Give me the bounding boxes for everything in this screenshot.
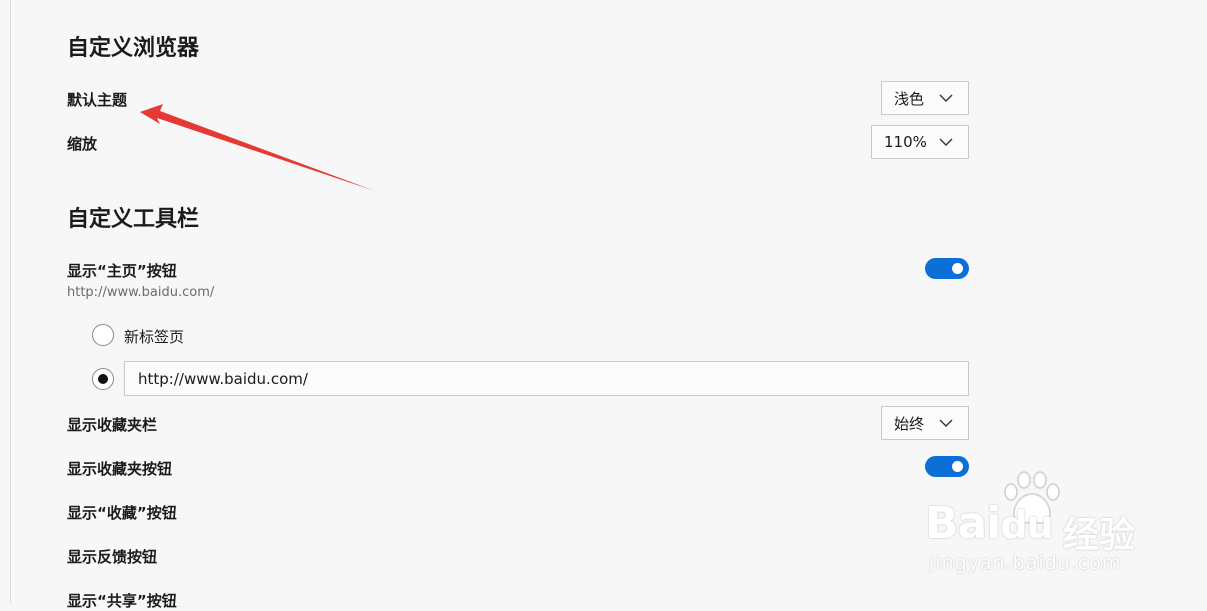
new-tab-radio[interactable] [92, 324, 114, 346]
favorites-bar-value: 始终 [894, 414, 925, 433]
default-theme-label: 默认主题 [67, 91, 128, 109]
custom-url-radio[interactable] [92, 368, 114, 390]
new-tab-radio-label: 新标签页 [124, 328, 185, 346]
toggle-knob [952, 263, 963, 274]
section-title-customize-toolbar: 自定义工具栏 [67, 207, 200, 232]
left-divider [10, 0, 11, 603]
show-share-button-label: 显示“共享”按钮 [67, 592, 177, 610]
show-favorites-bar-label: 显示收藏夹栏 [67, 416, 158, 434]
home-url-input[interactable] [124, 361, 969, 396]
show-home-button-toggle[interactable] [925, 258, 969, 279]
baidu-watermark: Baidu 经验 jingyan.baidu.com [925, 470, 1155, 580]
chevron-down-icon [939, 94, 953, 102]
chevron-down-icon [939, 138, 953, 146]
default-theme-dropdown[interactable]: 浅色 [881, 81, 969, 115]
watermark-brand: Bai [925, 498, 1001, 549]
watermark-brand-suffix: du [1000, 503, 1053, 547]
watermark-url: jingyan.baidu.com [929, 552, 1122, 574]
watermark-product: 经验 [1063, 515, 1136, 556]
favorites-bar-dropdown[interactable]: 始终 [881, 406, 969, 440]
zoom-dropdown[interactable]: 110% [871, 125, 969, 159]
chevron-down-icon [939, 419, 953, 427]
default-theme-value: 浅色 [894, 89, 925, 108]
show-feedback-button-label: 显示反馈按钮 [67, 548, 158, 566]
show-collections-button-label: 显示“收藏”按钮 [67, 504, 177, 522]
home-url-subtext: http://www.baidu.com/ [67, 285, 215, 300]
section-title-customize-browser: 自定义浏览器 [67, 36, 200, 61]
zoom-value: 110% [884, 133, 927, 151]
zoom-label: 缩放 [67, 135, 98, 153]
show-home-button-label: 显示“主页”按钮 [67, 262, 177, 280]
show-favorites-button-label: 显示收藏夹按钮 [67, 460, 173, 478]
